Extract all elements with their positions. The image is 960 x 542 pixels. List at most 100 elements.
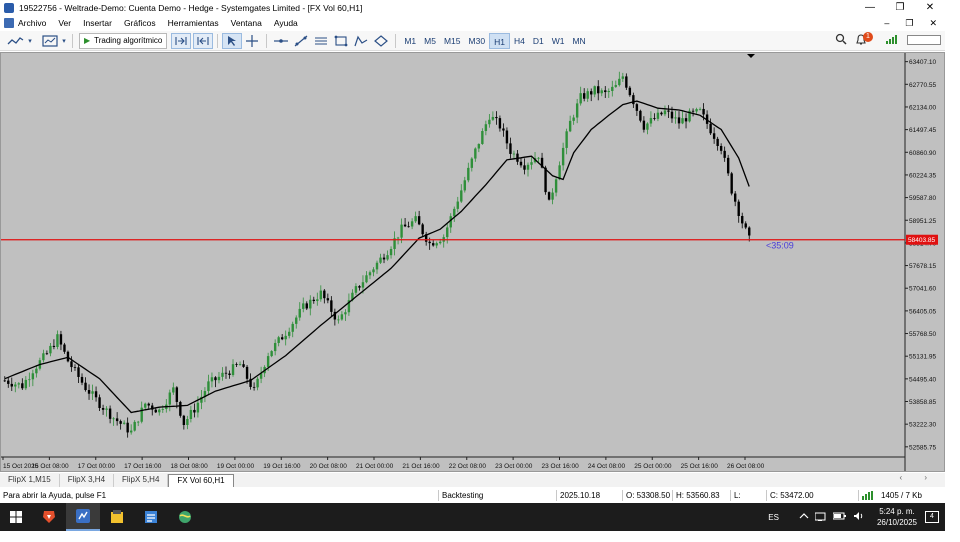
chart-restore-button[interactable]: ❐ (905, 16, 913, 30)
menu-ver[interactable]: Ver (58, 18, 71, 28)
minimize-button[interactable]: — (855, 0, 885, 16)
timeframe-m5[interactable]: M5 (420, 33, 440, 49)
chart-minimize-button[interactable]: – (884, 16, 889, 30)
toolbar: ▾ ▾ ▶ Trading algorítmico M1 M5 M15 M30 … (0, 31, 945, 51)
candle-body (193, 409, 196, 413)
candle-body (586, 91, 589, 99)
fibonacci-icon[interactable] (331, 33, 351, 49)
candle-body (14, 384, 17, 387)
chart-canvas[interactable]: 63407.10 62770.55 62134.00 61497.45 60860.90… (1, 53, 944, 471)
menu-insertar[interactable]: Insertar (83, 18, 112, 28)
globe-app-icon[interactable] (168, 503, 202, 531)
menu-herramientas[interactable]: Herramientas (168, 18, 219, 28)
candle-body (122, 422, 126, 424)
menu-ventana[interactable]: Ventana (231, 18, 262, 28)
chart-close-button[interactable]: ✕ (929, 16, 937, 30)
chart-template-icon[interactable] (40, 33, 60, 49)
signal-strength-icon[interactable] (885, 33, 899, 47)
chevron-down-icon[interactable]: ▾ (26, 33, 34, 49)
timeframe-m1[interactable]: M1 (400, 33, 420, 49)
candle-body (368, 272, 372, 276)
candle-body (189, 409, 193, 419)
connection-status-bar (907, 35, 941, 45)
price-tick-label: 55768.50 (909, 331, 936, 338)
candle-body (495, 116, 498, 119)
chevron-down-icon[interactable]: ▾ (60, 33, 68, 49)
candle-body (389, 249, 393, 256)
timeframe-m15[interactable]: M15 (440, 33, 465, 49)
trendline-icon[interactable] (291, 33, 311, 49)
tab-scroll-arrows[interactable]: ‹ › (899, 473, 937, 482)
menu-archivo[interactable]: Archivo (18, 18, 46, 28)
notifications-icon[interactable]: 1 (855, 32, 877, 46)
windows-start-icon[interactable] (0, 503, 32, 531)
candle-body (712, 133, 716, 139)
crosshair-icon[interactable] (242, 33, 262, 49)
search-icon[interactable] (835, 33, 847, 47)
timeframe-w1[interactable]: W1 (548, 33, 569, 49)
price-chart[interactable]: 63407.10 62770.55 62134.00 61497.45 60860.90… (0, 52, 945, 472)
candle-body (291, 323, 294, 332)
elliott-wave-icon[interactable] (351, 33, 371, 49)
candle-body (582, 93, 586, 99)
volume-icon[interactable] (853, 511, 865, 523)
timeframe-h1[interactable]: H1 (489, 32, 510, 49)
candle-body (273, 342, 277, 352)
candle-body (726, 157, 730, 174)
system-clock[interactable]: 5:24 p. m. 26/10/2025 (877, 506, 917, 528)
close-button[interactable]: ✕ (915, 0, 945, 16)
candle-body (670, 111, 674, 119)
language-indicator[interactable]: ES (768, 513, 779, 522)
candle-body (716, 138, 719, 146)
chevron-up-icon[interactable] (799, 512, 809, 522)
candle-body (256, 378, 259, 388)
time-tick-label: 16 Oct 08:00 (31, 463, 69, 470)
notification-center-icon[interactable]: 4 (925, 511, 939, 523)
menu-graficos[interactable]: Gráficos (124, 18, 156, 28)
candle-body (238, 364, 242, 365)
timeframe-mn[interactable]: MN (568, 33, 589, 49)
candle-body (21, 383, 24, 389)
timeframe-d1[interactable]: D1 (529, 33, 548, 49)
network-icon[interactable] (814, 511, 827, 523)
battery-icon[interactable] (832, 511, 847, 523)
menu-ayuda[interactable]: Ayuda (274, 18, 298, 28)
candle-body (52, 345, 56, 347)
candle-body (460, 190, 463, 202)
candle-body (470, 158, 474, 168)
candle-body (182, 415, 186, 425)
price-tick-label: 56405.05 (909, 308, 936, 315)
tab-flipx-1[interactable]: FlipX 1,M15 (0, 474, 60, 487)
channel-icon[interactable] (311, 33, 331, 49)
candle-body (288, 331, 291, 336)
shapes-icon[interactable] (371, 33, 391, 49)
candle-body (284, 335, 287, 340)
candle-body (709, 123, 712, 134)
bar-open: O: 53308.50 (622, 490, 672, 501)
candle-body (266, 356, 270, 367)
horizontal-line-icon[interactable] (271, 33, 291, 49)
timeframe-h4[interactable]: H4 (510, 33, 529, 49)
brave-browser-icon[interactable] (32, 503, 66, 531)
candle-body (523, 165, 526, 170)
candle-body (502, 128, 505, 131)
tab-flipx-5[interactable]: FlipX 5,H4 (114, 474, 169, 487)
tab-flipx-3[interactable]: FlipX 3,H4 (60, 474, 115, 487)
candle-body (235, 364, 238, 365)
cursor-icon[interactable] (222, 32, 243, 49)
autoscroll-icon[interactable] (193, 32, 214, 49)
algo-trading-button[interactable]: ▶ Trading algorítmico (79, 32, 168, 49)
editor-app-icon[interactable] (134, 503, 168, 531)
maximize-button[interactable]: ❐ (885, 0, 915, 16)
tab-fx-vol-60[interactable]: FX Vol 60,H1 (168, 474, 234, 487)
metatrader-app-icon[interactable] (66, 503, 100, 531)
timeframe-m30[interactable]: M30 (465, 33, 490, 49)
candle-body (635, 104, 639, 111)
candle-body (358, 286, 361, 288)
file-manager-icon[interactable] (100, 503, 134, 531)
mode-text: Backtesting (438, 490, 556, 501)
chart-shift-icon[interactable] (171, 32, 192, 49)
taskbar: ES 5:24 p. m. 26/10/2025 4 (0, 503, 945, 531)
indicators-icon[interactable] (6, 33, 26, 49)
candle-body (94, 391, 98, 398)
